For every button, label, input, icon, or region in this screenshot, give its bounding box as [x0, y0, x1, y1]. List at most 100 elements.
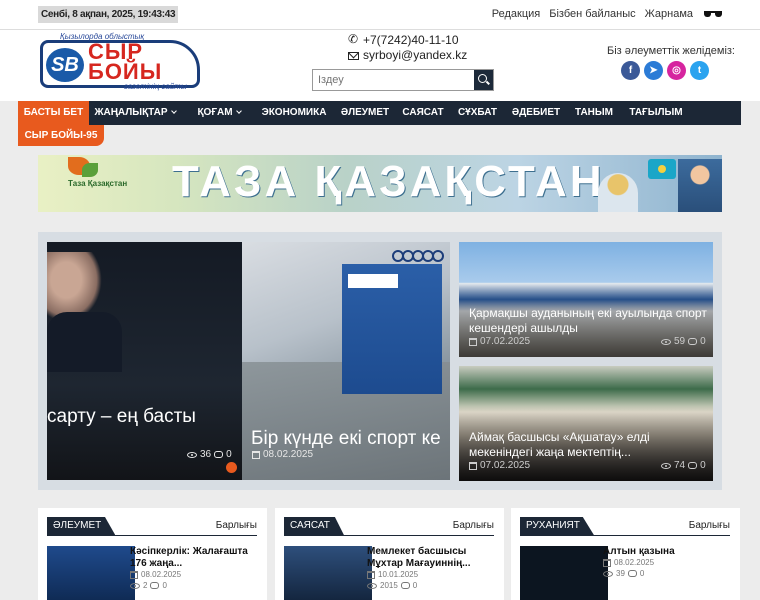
category-all-link[interactable]: Барлығы: [689, 520, 730, 531]
category-tab[interactable]: РУХАНИЯТ: [520, 517, 594, 535]
facebook-icon[interactable]: f: [621, 61, 640, 80]
news-comments: 0: [700, 336, 706, 347]
nav-item-label: БАСТЫ БЕТ: [23, 107, 84, 118]
banner-logo-text: Таза Қазақстан: [68, 179, 128, 188]
nav-item-learning[interactable]: ТАҒЫЛЫМ: [624, 101, 688, 125]
phone-icon: [348, 32, 359, 47]
nav-item-economy[interactable]: ЭКОНОМИКА: [257, 101, 331, 125]
contact-phone[interactable]: +7(7242)40-11-10: [363, 33, 459, 48]
logo-sub: газетінің сайты: [124, 82, 187, 91]
news-date: 10.01.2025: [367, 570, 418, 579]
category-tab[interactable]: ӘЛЕУМЕТ: [47, 517, 116, 535]
nav-item-interview[interactable]: СҰХБАТ: [447, 101, 508, 125]
category-column-culture: РУХАНИЯТ Барлығы Алтын қазына 08.02.2025…: [511, 508, 740, 600]
category-tab[interactable]: САЯСАТ: [284, 517, 344, 535]
logo-mark: SB: [46, 48, 84, 82]
comment-icon: [627, 570, 637, 577]
contact-phone-row: +7(7242)40-11-10: [348, 32, 467, 48]
news-views: 2015: [380, 581, 398, 590]
logo-name-line2: БОЙЫ: [88, 59, 163, 84]
comment-icon: [400, 582, 410, 589]
banner-ad[interactable]: Таза Қазақстан ТАЗА ҚАЗАҚСТАН: [38, 155, 722, 212]
banner-text: ТАЗА ҚАЗАҚСТАН: [172, 157, 605, 206]
category-column-politics: САЯСАТ Барлығы Мемлекет басшысы Мұхтар М…: [275, 508, 504, 600]
slide-date-text: 08.02.2025: [263, 449, 314, 460]
nav-item-literature[interactable]: ӘДЕБИЕТ: [508, 101, 564, 125]
slide-building-image: [342, 264, 442, 394]
nav-item-news[interactable]: ЖАҢАЛЫҚТАР: [89, 101, 181, 125]
nav-item-knowledge[interactable]: ТАНЫМ: [564, 101, 624, 125]
top-link-advertising[interactable]: Жарнама: [645, 8, 693, 20]
news-date: 08.02.2025: [130, 570, 181, 579]
category-all-link[interactable]: Барлығы: [216, 520, 257, 531]
comment-icon: [688, 462, 698, 469]
banner-flag-image: [648, 159, 676, 179]
slide-person-suit: [47, 312, 122, 372]
banner-leaf-icon: [82, 163, 98, 177]
nav-item-label: САЯСАТ: [402, 107, 444, 118]
eye-icon: [661, 338, 671, 345]
comment-icon: [150, 582, 160, 589]
search-box: [312, 69, 494, 91]
news-title[interactable]: Аймақ басшысы «Ақшатау» елді мекеніндегі…: [469, 430, 709, 460]
news-stats: 59 0: [661, 336, 706, 347]
news-title[interactable]: Алтын қазына: [603, 546, 733, 558]
top-link-contact[interactable]: Бізбен байланыс: [549, 8, 635, 20]
calendar-icon: [469, 461, 477, 470]
top-links: Редакция Бізбен байланыс Жарнама: [492, 8, 722, 20]
chevron-down-icon: [235, 108, 242, 114]
nav-item-label: ҚОҒАМ: [197, 107, 233, 118]
search-input[interactable]: [313, 70, 475, 90]
news-title[interactable]: Мемлекет басшысы Мұхтар Мағауиннің...: [367, 546, 497, 570]
top-link-editorial[interactable]: Редакция: [492, 8, 540, 20]
category-all-link[interactable]: Барлығы: [453, 520, 494, 531]
nav-item-label: ТАНЫМ: [574, 107, 614, 118]
news-date: 07.02.2025: [469, 460, 530, 471]
news-thumbnail[interactable]: [284, 546, 372, 600]
news-thumbnail[interactable]: [47, 546, 135, 600]
nav-item-label: ЖАҢАЛЫҚТАР: [94, 107, 168, 118]
news-views: 39: [616, 569, 625, 578]
news-date-text: 07.02.2025: [480, 460, 531, 471]
news-title[interactable]: Кәсіпкерлік: Жалағашта 176 жаңа...: [130, 546, 260, 570]
slide-stats: 36 0: [187, 449, 232, 460]
news-date-text: 10.01.2025: [378, 570, 419, 579]
news-title[interactable]: Қармақшы ауданының екі ауылында спорт ке…: [469, 306, 709, 336]
main-nav: БАСТЫ БЕТ ЖАҢАЛЫҚТАР ҚОҒАМ ЭКОНОМИКА ӘЛЕ…: [18, 101, 741, 125]
nav-item-label: ӘДЕБИЕТ: [511, 107, 561, 118]
logo-name: СЫР БОЙЫ: [88, 41, 163, 84]
news-date: 08.02.2025: [603, 558, 654, 567]
news-stats: 74 0: [661, 460, 706, 471]
slide-title[interactable]: Бір күнде екі спорт ке: [251, 428, 441, 450]
calendar-icon: [469, 337, 477, 346]
main-slider[interactable]: сарту – ең басты Бір күнде екі спорт ке …: [47, 242, 450, 480]
instagram-icon[interactable]: ◎: [667, 61, 686, 80]
nav-item-syr-boyi-95[interactable]: СЫР БОЙЫ-95: [18, 125, 104, 146]
news-comments: 0: [412, 581, 418, 590]
calendar-icon: [130, 570, 138, 579]
eye-icon: [187, 451, 197, 458]
slide-comments: 0: [226, 449, 232, 460]
news-date-text: 08.02.2025: [141, 570, 182, 579]
nav-item-home[interactable]: БАСТЫ БЕТ: [18, 101, 89, 125]
site-logo[interactable]: Қызылорда облыстық SB СЫР БОЙЫ газетінің…: [38, 32, 200, 92]
calendar-icon: [603, 558, 611, 567]
nav-item-social[interactable]: ӘЛЕУМЕТ: [331, 101, 399, 125]
side-news-card[interactable]: Қармақшы ауданының екі ауылында спорт ке…: [459, 242, 713, 357]
visually-impaired-icon[interactable]: [704, 10, 722, 18]
side-news-card[interactable]: Аймақ басшысы «Ақшатау» елді мекеніндегі…: [459, 366, 713, 481]
nav-item-society[interactable]: ҚОҒАМ: [181, 101, 257, 125]
search-button[interactable]: [474, 70, 493, 90]
category-divider: [47, 535, 257, 536]
slide-title[interactable]: сарту – ең басты: [47, 406, 196, 428]
slider-dot-active[interactable]: [226, 462, 237, 473]
nav-item-politics[interactable]: САЯСАТ: [399, 101, 447, 125]
news-thumbnail[interactable]: [520, 546, 608, 600]
category-divider: [520, 535, 730, 536]
news-date-text: 07.02.2025: [480, 336, 531, 347]
twitter-icon[interactable]: t: [690, 61, 709, 80]
contact-email[interactable]: syrboyi@yandex.kz: [363, 48, 467, 63]
news-views: 74: [674, 460, 686, 471]
news-stats: 39 0: [603, 569, 644, 578]
telegram-icon[interactable]: ➤: [644, 61, 663, 80]
